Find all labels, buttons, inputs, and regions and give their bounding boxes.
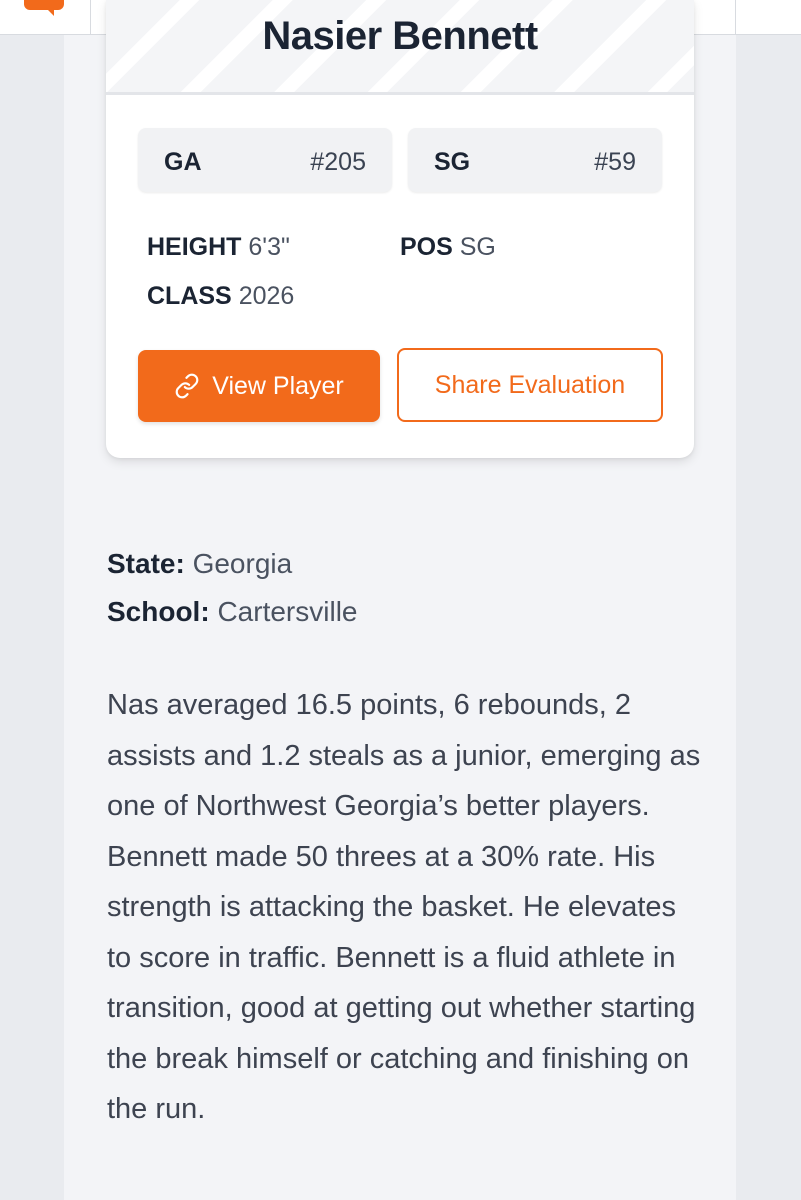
player-name: Nasier Bennett [262,14,538,58]
class-value: 2026 [238,282,295,310]
site-logo-icon[interactable] [24,0,64,16]
position-rank-value: #59 [594,148,636,176]
school-value: Cartersville [217,596,358,627]
state-rank-value: #205 [310,148,366,176]
school-label: School: [107,596,210,627]
class-attribute: CLASS 2026 [147,282,294,311]
divider [90,0,91,34]
pos-value: SG [459,233,496,261]
player-evaluation-text: Nas averaged 16.5 points, 6 rebounds, 2 … [107,689,701,1125]
height-attribute: HEIGHT 6'3" [147,233,290,262]
share-evaluation-button[interactable]: Share Evaluation [397,348,663,422]
player-card: Nasier Bennett GA #205 SG #59 HEIGHT 6'3… [106,0,694,458]
position-attribute: POS SG [400,233,496,262]
state-value: Georgia [192,548,293,579]
divider [735,0,736,34]
share-evaluation-label: Share Evaluation [434,370,626,399]
state-label: State: [107,548,185,579]
state-rank-badge: GA #205 [138,128,392,192]
height-value: 6'3" [248,233,290,261]
pos-label: POS [400,233,453,261]
player-card-header: Nasier Bennett [106,0,694,95]
view-player-label: View Player [212,371,344,400]
link-icon [174,373,200,399]
view-player-button[interactable]: View Player [138,350,380,422]
class-label: CLASS [147,282,232,310]
position-rank-label: SG [434,148,471,176]
state-line: State: Georgia [107,548,292,580]
state-rank-label: GA [164,148,202,176]
school-line: School: Cartersville [107,596,357,628]
position-rank-badge: SG #59 [408,128,662,192]
height-label: HEIGHT [147,233,242,261]
